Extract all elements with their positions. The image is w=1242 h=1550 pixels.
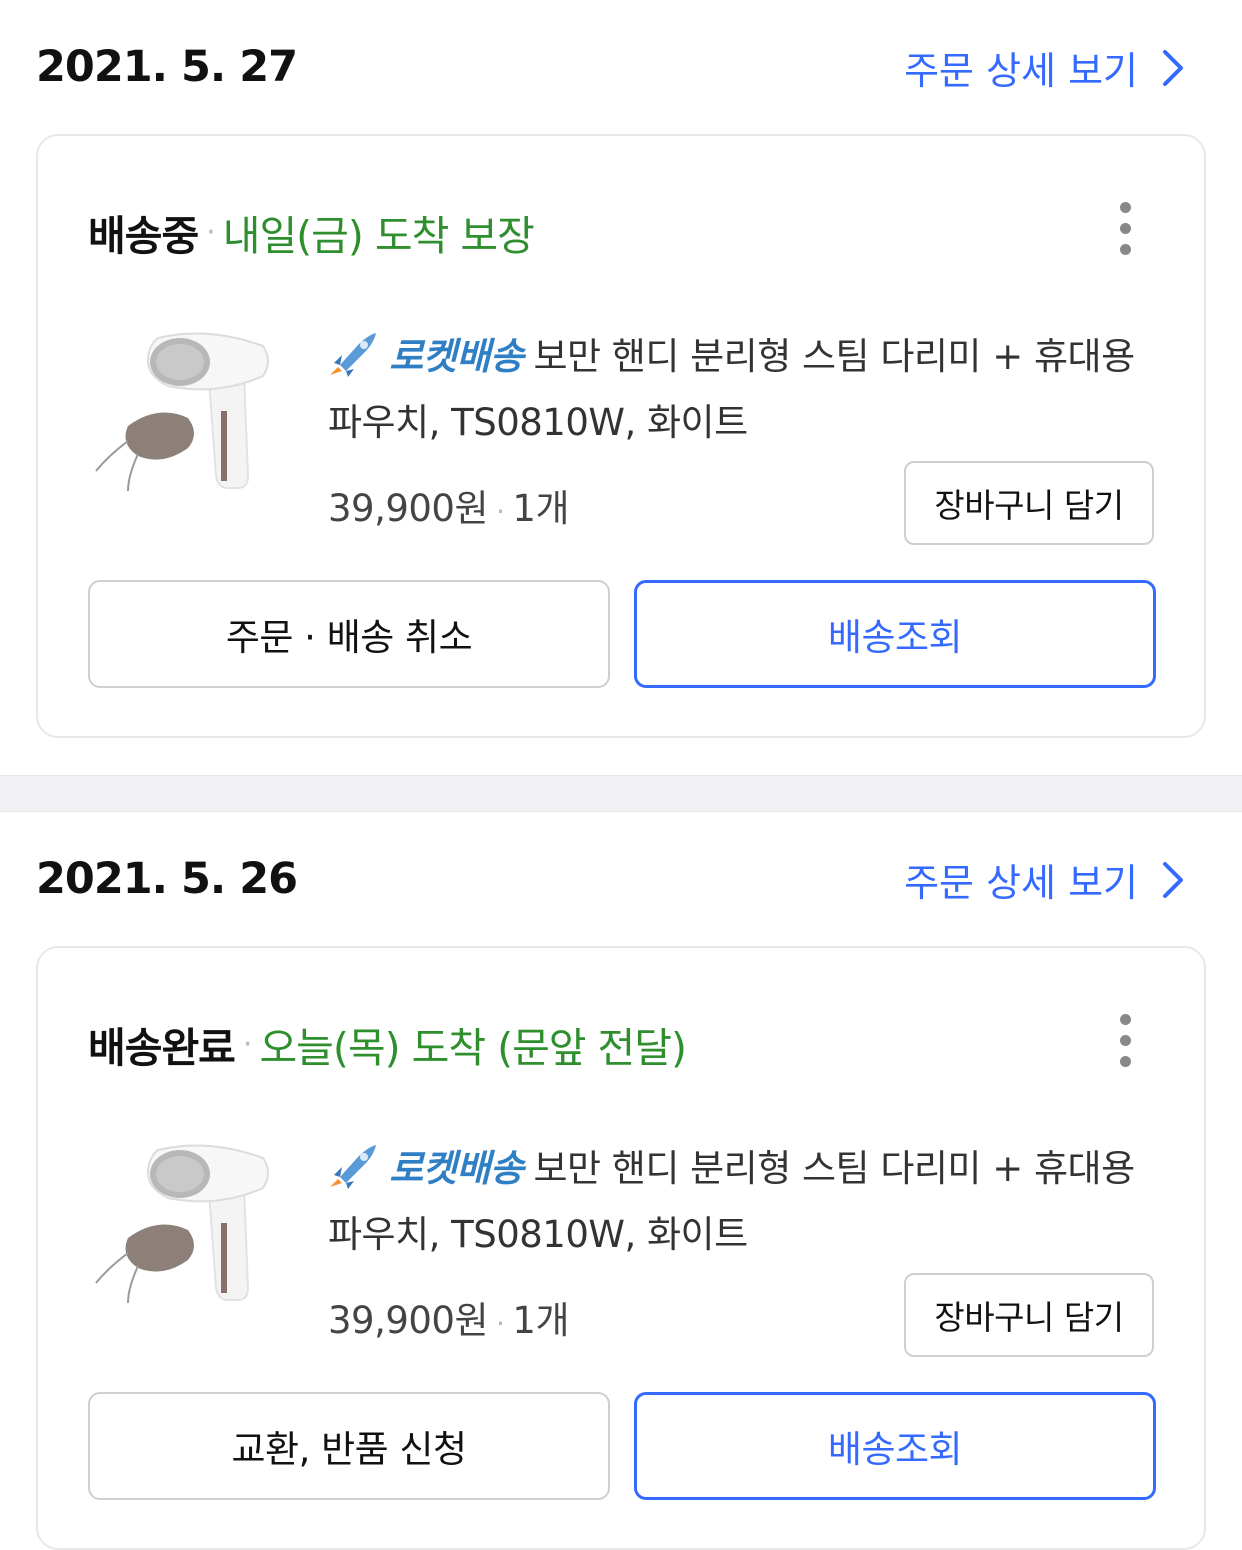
cancel-order-button[interactable]: 주문 · 배송 취소 [88, 580, 610, 688]
order-detail-link-label: 주문 상세 보기 [904, 861, 1138, 905]
product-info[interactable]: 로켓배송 보만 핸디 분리형 스팀 다리미 + 휴대용 파우치, TS0810W,… [328, 324, 1168, 456]
product-title: 로켓배송 보만 핸디 분리형 스팀 다리미 + 휴대용 파우치, TS0810W,… [328, 324, 1168, 456]
chevron-right-icon [1163, 861, 1183, 898]
status-separator: · [206, 214, 215, 250]
order-card: 배송중 · 내일(금) 도착 보장 로켓배송 보만 핸디 분리형 스팀 다리미 … [36, 134, 1206, 738]
rocket-icon [330, 333, 376, 377]
price-row: 39,900원 · 1개 [328, 478, 570, 532]
rocket-delivery-label: 로켓배송 [389, 335, 524, 378]
price-row: 39,900원 · 1개 [328, 1290, 570, 1344]
product-thumbnail[interactable] [88, 1128, 288, 1328]
order-group: 2021. 5. 27 주문 상세 보기 배송중 · 내일(금) 도착 보장 로… [0, 0, 1242, 775]
arrival-info: 내일(금) 도착 보장 [222, 212, 535, 260]
kebab-menu-icon[interactable] [1118, 202, 1132, 258]
price-separator: · [496, 495, 505, 528]
product-title: 로켓배송 보만 핸디 분리형 스팀 다리미 + 휴대용 파우치, TS0810W,… [328, 1136, 1168, 1268]
price-separator: · [496, 1307, 505, 1340]
quantity: 1개 [512, 1299, 570, 1342]
quantity: 1개 [512, 487, 570, 530]
order-detail-link[interactable]: 주문 상세 보기 [904, 40, 1186, 95]
delivery-status: 배송완료 · 오늘(목) 도착 (문앞 전달) [88, 1014, 687, 1074]
add-to-cart-button[interactable]: 장바구니 담기 [904, 461, 1154, 545]
arrival-info: 오늘(목) 도착 (문앞 전달) [259, 1024, 687, 1072]
delivery-status: 배송중 · 내일(금) 도착 보장 [88, 202, 535, 262]
status-separator: · [242, 1026, 252, 1062]
track-delivery-button[interactable]: 배송조회 [634, 580, 1156, 688]
rocket-icon [330, 1145, 376, 1189]
rocket-delivery-label: 로켓배송 [389, 1147, 524, 1190]
kebab-menu-icon[interactable] [1118, 1014, 1132, 1070]
order-detail-link[interactable]: 주문 상세 보기 [904, 852, 1186, 907]
order-card: 배송완료 · 오늘(목) 도착 (문앞 전달) 로켓배송 보만 핸디 분리형 스… [36, 946, 1206, 1550]
order-date: 2021. 5. 27 [36, 42, 298, 92]
order-detail-link-label: 주문 상세 보기 [904, 49, 1138, 93]
exchange-return-button[interactable]: 교환, 반품 신청 [88, 1392, 610, 1500]
price: 39,900원 [328, 1299, 489, 1342]
product-thumbnail[interactable] [88, 316, 288, 516]
order-group: 2021. 5. 26 주문 상세 보기 배송완료 · 오늘(목) 도착 (문앞… [0, 812, 1242, 1550]
track-delivery-button[interactable]: 배송조회 [634, 1392, 1156, 1500]
price: 39,900원 [328, 487, 489, 530]
order-date: 2021. 5. 26 [36, 854, 298, 904]
add-to-cart-button[interactable]: 장바구니 담기 [904, 1273, 1154, 1357]
status-label: 배송완료 [88, 1024, 236, 1072]
section-divider [0, 775, 1242, 812]
product-info[interactable]: 로켓배송 보만 핸디 분리형 스팀 다리미 + 휴대용 파우치, TS0810W,… [328, 1136, 1168, 1268]
status-label: 배송중 [88, 212, 199, 260]
chevron-right-icon [1163, 49, 1183, 86]
